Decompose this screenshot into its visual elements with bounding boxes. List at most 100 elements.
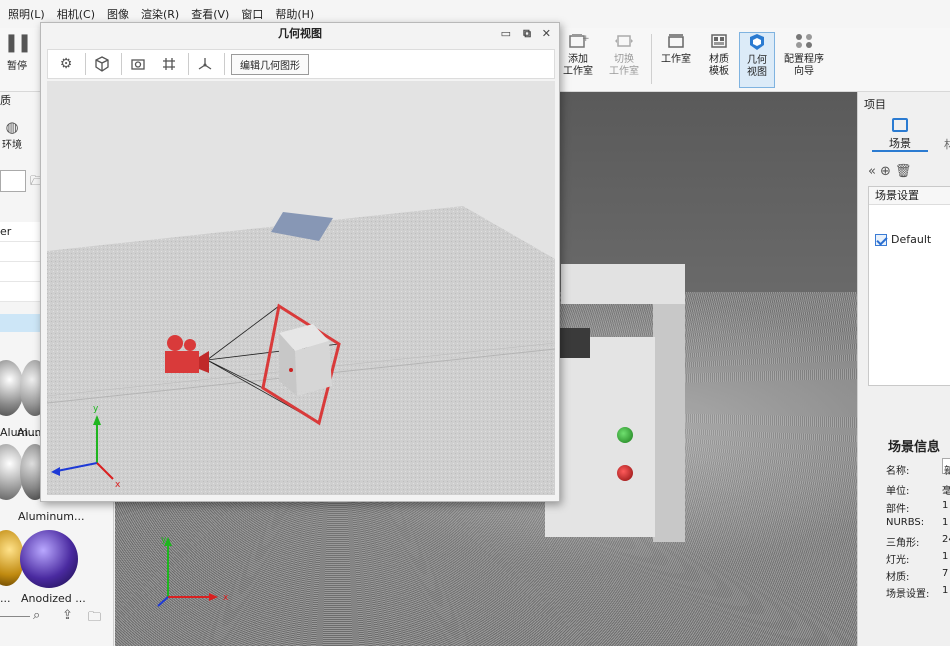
menu-help[interactable]: 帮助(H) (275, 6, 314, 22)
scene-tools: «⊕🗑 (868, 164, 915, 179)
delete-icon[interactable]: 🗑 (895, 164, 916, 179)
restore-icon[interactable]: ▭ (501, 23, 511, 45)
toolbar-separator (651, 34, 652, 84)
default-label: Default (891, 233, 932, 246)
switch-studio-button[interactable]: 切换 工作室 (604, 32, 644, 88)
info-label: 材质: (886, 572, 910, 583)
switch-studio-icon (613, 32, 635, 50)
scene-settings-list: 场景设置 Default (868, 186, 950, 386)
tab-scene[interactable]: 场景 (876, 118, 924, 151)
zoom-slider[interactable] (0, 616, 30, 617)
tab-scene-label: 场景 (889, 137, 911, 150)
menu-lighting[interactable]: 照明(L) (8, 6, 45, 22)
tab-materials[interactable]: 材 (944, 136, 950, 152)
pause-icon: ❚❚ (3, 32, 32, 53)
toolbar-separator (121, 53, 122, 75)
toolbar-separator (188, 53, 189, 75)
menu-view[interactable]: 查看(V) (191, 6, 229, 22)
svg-text:y: y (93, 404, 99, 414)
info-label: 单位: (886, 486, 910, 497)
studio-label: 工作室 (661, 54, 691, 65)
selected-list-item[interactable] (0, 314, 42, 332)
config-wizard-button[interactable]: 配置程序 向导 (780, 32, 828, 88)
geometry-view-window[interactable]: 几何视图 ▭ ⧉ ✕ ⚙ 编辑几何图形 y x (40, 22, 560, 502)
scene-list-icon (892, 118, 908, 132)
info-label: 部件: (886, 504, 910, 515)
menu-image[interactable]: 图像 (107, 6, 129, 22)
checkbox-checked-icon[interactable] (875, 233, 887, 246)
window-title-bar[interactable]: 几何视图 ▭ ⧉ ✕ (41, 23, 559, 45)
list-item[interactable] (0, 242, 42, 262)
menu-window[interactable]: 窗口 (241, 6, 263, 22)
studio-button[interactable]: 工作室 (656, 32, 696, 88)
svg-text:+: + (582, 34, 589, 44)
svg-text:y: y (161, 535, 167, 545)
toolbar-separator (224, 53, 225, 75)
list-item[interactable] (0, 282, 42, 302)
camera-view-icon[interactable] (124, 52, 152, 76)
search-icon[interactable]: ⌕ (33, 608, 40, 623)
geometry-toolbar: ⚙ 编辑几何图形 (47, 49, 555, 79)
geometry-view-icon (746, 33, 768, 51)
edit-geometry-button[interactable]: 编辑几何图形 (231, 53, 309, 75)
svg-text:x: x (115, 480, 121, 490)
globe-icon: ◍ (5, 118, 19, 136)
add-studio-button[interactable]: + 添加 工作室 (560, 32, 596, 88)
studio-icon (665, 32, 687, 50)
geometry-view-label: 几何 视图 (747, 55, 767, 78)
move-gizmo-icon[interactable] (191, 52, 219, 76)
info-value: 1 (942, 585, 949, 596)
geometry-scene: y x (47, 81, 555, 495)
info-label: 名称: (886, 466, 910, 477)
menu-render[interactable]: 渲染(R) (141, 6, 179, 22)
red-light-icon (617, 465, 633, 481)
material-template-label: 材质 模板 (709, 54, 729, 77)
info-value: 毫 (942, 486, 950, 497)
geometry-view-button[interactable]: 几何 视图 (739, 32, 775, 88)
info-value: 24 (942, 534, 950, 545)
maximize-icon[interactable]: ⧉ (523, 23, 531, 45)
list-item[interactable] (0, 262, 42, 282)
environment-label: 环境 (2, 140, 22, 151)
switch-studio-label: 切换 工作室 (609, 54, 639, 77)
material-thumb[interactable] (20, 530, 78, 588)
green-light-icon (617, 427, 633, 443)
add-studio-icon: + (567, 32, 590, 50)
grid-icon[interactable] (155, 52, 183, 76)
svg-text:x: x (223, 593, 229, 603)
info-label: 灯光: (886, 555, 910, 566)
info-label: NURBS: (886, 517, 925, 528)
info-value: 1 (942, 517, 949, 528)
material-thumb-label: Anodized ... (21, 592, 86, 605)
menu-camera[interactable]: 相机(C) (57, 6, 95, 22)
list-item[interactable]: er (0, 222, 42, 242)
cube-icon[interactable] (88, 52, 116, 76)
config-wizard-icon (793, 32, 815, 50)
info-value: 新 (944, 466, 950, 477)
config-wizard-label: 配置程序 向导 (784, 54, 824, 77)
environment-tab[interactable]: ◍ 环境 (0, 118, 24, 151)
geometry-canvas[interactable]: y x (47, 81, 555, 495)
add-studio-label: 添加 工作室 (563, 54, 593, 77)
active-tab-indicator (872, 150, 928, 152)
material-thumb-label: ... (0, 592, 11, 605)
box-opening (560, 328, 590, 358)
close-icon[interactable]: ✕ (542, 23, 551, 45)
info-value: 1 (942, 551, 949, 562)
info-label: 三角形: (886, 538, 920, 549)
add-scene-icon[interactable]: ⊕ (880, 164, 895, 179)
folder-icon[interactable]: 🗀 (88, 608, 101, 630)
right-project-panel: 项目 场景 材 «⊕🗑 场景设置 Default 场景信息 名称: 新 单位: … (857, 92, 950, 646)
scene-info-title: 场景信息 (888, 440, 941, 455)
info-value: 7 (942, 568, 949, 579)
scene-default-item[interactable]: Default (875, 233, 931, 246)
pause-button[interactable]: ❚❚ 暂停 (0, 32, 34, 84)
material-template-button[interactable]: 材质 模板 (704, 32, 734, 88)
library-search-input[interactable] (0, 170, 26, 192)
upload-icon[interactable]: ⇪ (62, 608, 73, 623)
box-front-face (545, 337, 655, 537)
info-value: 1 (942, 500, 949, 511)
box-side-face (653, 302, 685, 542)
collapse-icon[interactable]: « (868, 164, 880, 179)
gear-icon[interactable]: ⚙ (52, 52, 80, 76)
